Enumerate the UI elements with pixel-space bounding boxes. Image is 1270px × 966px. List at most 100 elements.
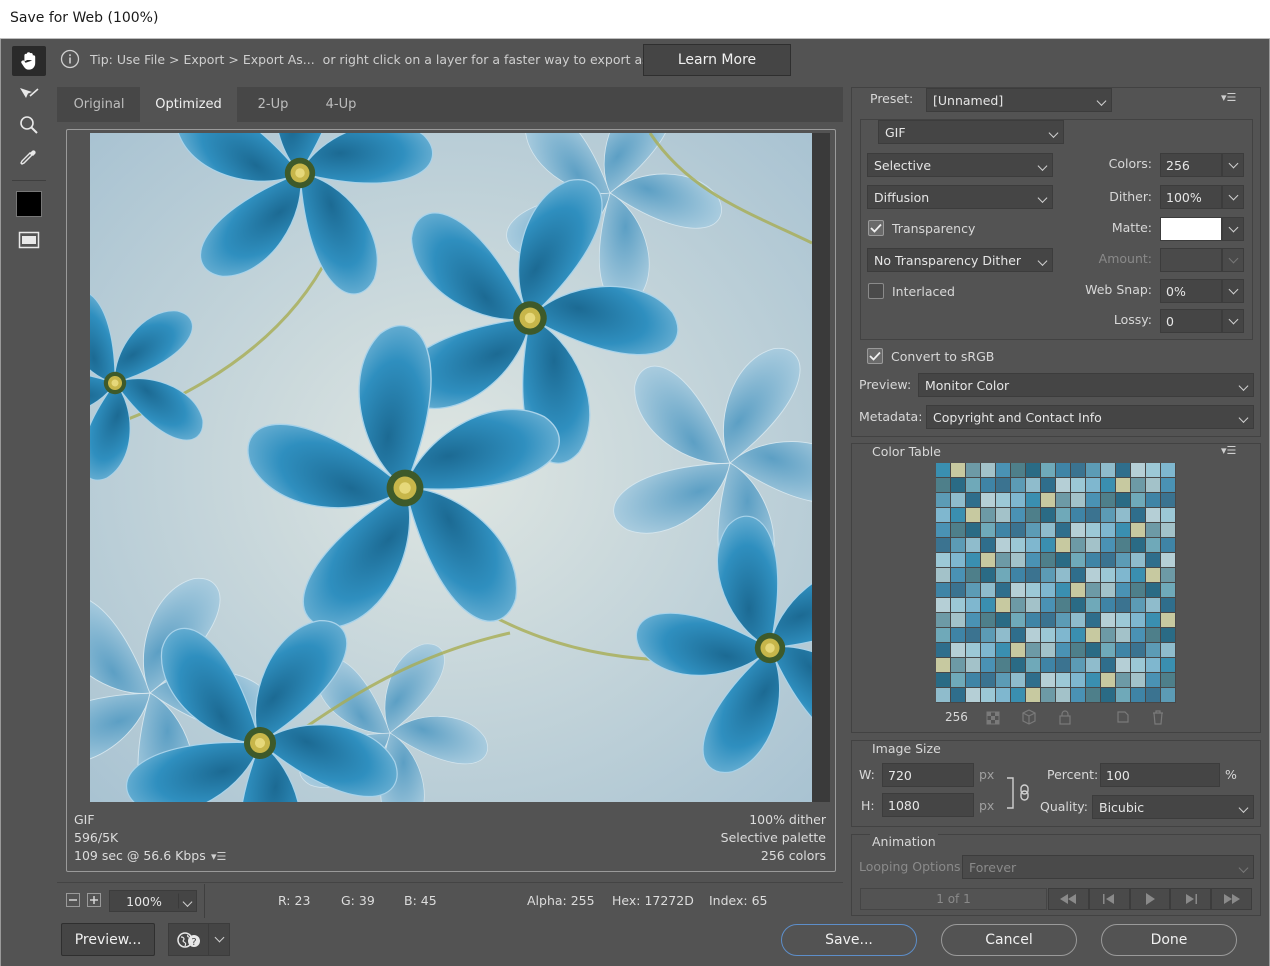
- color-swatch[interactable]: [1026, 538, 1041, 553]
- color-swatch[interactable]: [951, 613, 966, 628]
- color-swatch[interactable]: [1041, 643, 1056, 658]
- color-swatch[interactable]: [1041, 493, 1056, 508]
- color-swatch[interactable]: [1011, 673, 1026, 688]
- done-button[interactable]: Done: [1101, 924, 1237, 956]
- color-swatch[interactable]: [1086, 463, 1101, 478]
- color-swatch[interactable]: [1026, 673, 1041, 688]
- color-swatch[interactable]: [966, 673, 981, 688]
- color-swatch[interactable]: [1071, 553, 1086, 568]
- colors-input[interactable]: 256: [1160, 153, 1222, 177]
- color-swatch[interactable]: [1086, 478, 1101, 493]
- color-swatch[interactable]: [1161, 478, 1176, 493]
- color-swatch[interactable]: [1056, 553, 1071, 568]
- color-swatch[interactable]: [996, 568, 1011, 583]
- color-swatch[interactable]: [1056, 463, 1071, 478]
- color-swatch[interactable]: [981, 598, 996, 613]
- color-swatch[interactable]: [1056, 688, 1071, 703]
- color-swatch[interactable]: [981, 673, 996, 688]
- color-swatch[interactable]: [1146, 688, 1161, 703]
- color-swatch[interactable]: [981, 613, 996, 628]
- color-swatch[interactable]: [1056, 478, 1071, 493]
- color-swatch[interactable]: [1146, 583, 1161, 598]
- preview-in-browser-button[interactable]: Preview...: [61, 923, 155, 956]
- color-swatch[interactable]: [1056, 523, 1071, 538]
- color-swatch[interactable]: [1086, 613, 1101, 628]
- color-swatch[interactable]: [951, 688, 966, 703]
- eyedropper-tool[interactable]: [12, 142, 46, 172]
- color-swatch[interactable]: [1026, 688, 1041, 703]
- color-swatch[interactable]: [1146, 508, 1161, 523]
- color-swatch[interactable]: [996, 598, 1011, 613]
- color-swatch[interactable]: [1116, 538, 1131, 553]
- color-swatch[interactable]: [1161, 613, 1176, 628]
- color-swatch[interactable]: [951, 658, 966, 673]
- color-swatch[interactable]: [1011, 508, 1026, 523]
- color-swatch[interactable]: [1086, 523, 1101, 538]
- color-swatch[interactable]: [1116, 658, 1131, 673]
- color-swatch[interactable]: [1101, 598, 1116, 613]
- color-swatch[interactable]: [981, 508, 996, 523]
- browser-select-button[interactable]: ?: [168, 923, 208, 956]
- color-swatch[interactable]: [1116, 628, 1131, 643]
- color-swatch[interactable]: [1011, 628, 1026, 643]
- color-swatch[interactable]: [1071, 688, 1086, 703]
- color-swatch[interactable]: [1101, 628, 1116, 643]
- color-swatch[interactable]: [1131, 478, 1146, 493]
- color-swatch[interactable]: [966, 478, 981, 493]
- color-swatch[interactable]: [966, 463, 981, 478]
- color-swatch[interactable]: [981, 628, 996, 643]
- tab-2-up[interactable]: 2-Up: [239, 87, 307, 122]
- dither-input[interactable]: 100%: [1160, 185, 1222, 209]
- color-swatch[interactable]: [1086, 538, 1101, 553]
- color-swatch[interactable]: [1116, 523, 1131, 538]
- color-swatch[interactable]: [1056, 538, 1071, 553]
- color-swatch[interactable]: [1011, 598, 1026, 613]
- color-swatch[interactable]: [1146, 598, 1161, 613]
- color-swatch[interactable]: [1161, 598, 1176, 613]
- color-swatch[interactable]: [1011, 538, 1026, 553]
- color-swatch[interactable]: [1131, 613, 1146, 628]
- color-swatch[interactable]: [1026, 523, 1041, 538]
- color-swatch[interactable]: [996, 688, 1011, 703]
- color-swatch[interactable]: [1071, 643, 1086, 658]
- map-to-web-icon[interactable]: [985, 710, 1001, 729]
- color-swatch[interactable]: [1161, 583, 1176, 598]
- save-button[interactable]: Save...: [781, 924, 917, 956]
- color-swatch[interactable]: [966, 598, 981, 613]
- file-format-select[interactable]: GIF: [878, 120, 1064, 144]
- color-swatch[interactable]: [1041, 538, 1056, 553]
- color-swatch[interactable]: [1071, 598, 1086, 613]
- color-swatch[interactable]: [1101, 478, 1116, 493]
- previous-frame-button[interactable]: [1088, 888, 1130, 910]
- constrain-proportions-link-icon[interactable]: [1005, 776, 1033, 813]
- color-swatch[interactable]: [936, 523, 951, 538]
- color-swatch[interactable]: [996, 658, 1011, 673]
- transparency-checkbox[interactable]: [868, 220, 884, 236]
- web-shift-cube-icon[interactable]: [1021, 709, 1037, 728]
- color-swatch[interactable]: [1056, 568, 1071, 583]
- color-swatch[interactable]: [1116, 568, 1131, 583]
- color-swatch[interactable]: [966, 643, 981, 658]
- color-swatch[interactable]: [1101, 613, 1116, 628]
- lossy-dropdown[interactable]: [1222, 309, 1244, 333]
- color-swatch[interactable]: [996, 643, 1011, 658]
- first-frame-button[interactable]: [1048, 888, 1089, 910]
- color-swatch[interactable]: [936, 643, 951, 658]
- color-swatch[interactable]: [1071, 523, 1086, 538]
- color-swatch[interactable]: [1116, 583, 1131, 598]
- color-swatch[interactable]: [1131, 568, 1146, 583]
- color-swatch[interactable]: [1146, 568, 1161, 583]
- tab-original[interactable]: Original: [60, 87, 138, 122]
- color-swatch[interactable]: [1161, 493, 1176, 508]
- color-swatch[interactable]: [1071, 463, 1086, 478]
- last-frame-button[interactable]: [1211, 888, 1252, 910]
- color-swatch[interactable]: [951, 553, 966, 568]
- color-swatch[interactable]: [1056, 493, 1071, 508]
- color-swatch[interactable]: [1041, 688, 1056, 703]
- color-swatch[interactable]: [1086, 688, 1101, 703]
- color-swatch[interactable]: [1101, 553, 1116, 568]
- color-swatch[interactable]: [1101, 538, 1116, 553]
- color-swatch[interactable]: [1056, 613, 1071, 628]
- color-swatch[interactable]: [1116, 688, 1131, 703]
- color-swatch[interactable]: [966, 658, 981, 673]
